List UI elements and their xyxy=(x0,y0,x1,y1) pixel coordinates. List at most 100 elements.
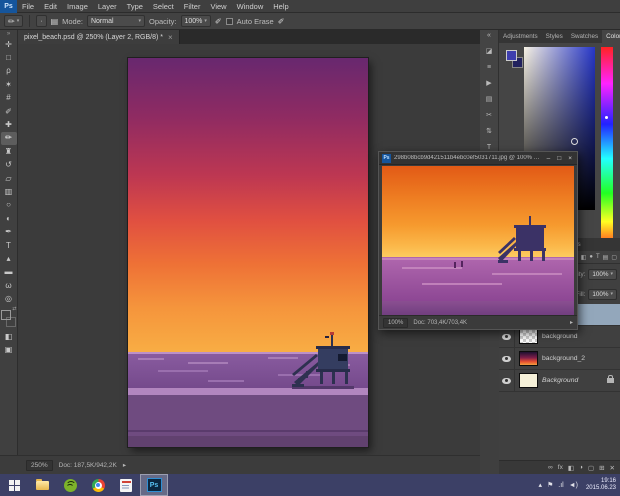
spotify-button[interactable] xyxy=(56,474,84,496)
menu-type[interactable]: Type xyxy=(122,0,148,13)
chrome-button[interactable] xyxy=(84,474,112,496)
filter-icon[interactable]: ● xyxy=(589,254,593,261)
filter-icon[interactable]: ▤ xyxy=(603,254,609,261)
floating-window-titlebar[interactable]: Ps 298b08bcb9d421511b4ebc0ef5031711.jpg … xyxy=(379,152,577,165)
tab-swatches[interactable]: Swatches xyxy=(567,30,602,43)
status-arrow-icon[interactable]: ▸ xyxy=(123,461,126,469)
photoshop-taskbar-button[interactable]: Ps xyxy=(140,474,168,496)
menu-help[interactable]: Help xyxy=(268,0,293,13)
toolbar-collapse-icon[interactable]: » xyxy=(7,31,10,38)
collapsed-panel-icon[interactable]: ✂ xyxy=(486,112,492,119)
start-button[interactable] xyxy=(0,474,28,496)
pen-tool[interactable]: ✒ xyxy=(1,225,17,238)
quick-mask-button[interactable]: ◧ xyxy=(1,330,17,343)
blur-tool[interactable]: ○ xyxy=(1,199,17,212)
panel-foreground-swatch[interactable] xyxy=(506,50,517,61)
volume-icon[interactable]: ◄) xyxy=(569,482,578,489)
menu-edit[interactable]: Edit xyxy=(39,0,62,13)
airbrush-icon[interactable]: ✐ xyxy=(278,17,285,26)
layer-row-background2[interactable]: background_2 xyxy=(499,347,620,370)
add-mask-icon[interactable]: ◧ xyxy=(568,464,574,472)
visibility-toggle[interactable] xyxy=(499,369,515,392)
layer-opacity-field[interactable]: 100% ▾ xyxy=(588,268,617,280)
canvas-artwork[interactable] xyxy=(128,58,368,447)
layer-row-background-locked[interactable]: Background xyxy=(499,369,620,392)
new-group-icon[interactable]: ▢ xyxy=(588,464,594,472)
tool-preset-picker[interactable]: ✏ ▾ xyxy=(4,15,24,27)
new-layer-icon[interactable]: ⊞ xyxy=(599,464,604,472)
floating-document-window[interactable]: Ps 298b08bcb9d421511b4ebc0ef5031711.jpg … xyxy=(378,151,578,330)
collapsed-panel-icon[interactable]: ≡ xyxy=(487,64,491,71)
action-center-icon[interactable]: ⚑ xyxy=(547,482,553,489)
eyedropper-tool[interactable]: ✐ xyxy=(1,105,17,118)
type-tool[interactable]: T xyxy=(1,239,17,252)
layer-thumbnail[interactable] xyxy=(519,351,538,366)
collapsed-panel-icon[interactable]: ▤ xyxy=(486,96,493,103)
filter-icon[interactable]: ◧ xyxy=(581,254,587,261)
taskbar-clock[interactable]: 19:16 2015.06.23 xyxy=(583,478,616,493)
layer-thumbnail[interactable] xyxy=(519,329,538,344)
layer-name[interactable]: background_2 xyxy=(542,355,585,362)
calendar-app-button[interactable] xyxy=(112,474,140,496)
path-selection-tool[interactable]: ▴ xyxy=(1,252,17,265)
menu-image[interactable]: Image xyxy=(62,0,93,13)
tab-color[interactable]: Color xyxy=(602,30,620,43)
zoom-level-field[interactable]: 250% xyxy=(26,459,53,471)
adjustment-layer-icon[interactable]: ◑ xyxy=(579,464,583,471)
filter-icon[interactable]: ▢ xyxy=(611,254,617,261)
marquee-tool[interactable]: □ xyxy=(1,51,17,64)
layer-name[interactable]: Background xyxy=(542,377,578,384)
layer-thumbnail[interactable] xyxy=(519,373,538,388)
network-icon[interactable]: .ıl xyxy=(558,482,563,489)
crop-tool[interactable]: # xyxy=(1,92,17,105)
hue-marker[interactable] xyxy=(605,116,608,120)
tab-styles[interactable]: Styles xyxy=(542,30,567,43)
visibility-toggle[interactable] xyxy=(499,347,515,370)
menu-view[interactable]: View xyxy=(205,0,231,13)
link-layers-icon[interactable]: ∞ xyxy=(548,464,553,471)
document-tab[interactable]: pixel_beach.psd @ 250% (Layer 2, RGB/8) … xyxy=(18,30,180,44)
swap-colors-icon[interactable]: ⇄ xyxy=(12,306,16,312)
screen-mode-button[interactable]: ▣ xyxy=(1,343,17,356)
gradient-tool[interactable]: ▥ xyxy=(1,185,17,198)
eraser-tool[interactable]: ▱ xyxy=(1,172,17,185)
clone-stamp-tool[interactable]: ♜ xyxy=(1,145,17,158)
shape-tool[interactable]: ▬ xyxy=(1,266,17,279)
filter-icon[interactable]: T xyxy=(596,254,600,261)
tab-adjustments[interactable]: Adjustments xyxy=(499,30,542,43)
healing-brush-tool[interactable]: ✚ xyxy=(1,118,17,131)
close-icon[interactable]: × xyxy=(566,155,574,162)
history-brush-tool[interactable]: ↺ xyxy=(1,159,17,172)
minimize-icon[interactable]: – xyxy=(545,155,553,162)
layer-fill-field[interactable]: 100% ▾ xyxy=(588,288,617,300)
mode-dropdown[interactable]: Normal ▾ xyxy=(86,15,145,27)
reference-photo[interactable] xyxy=(382,166,574,316)
quick-selection-tool[interactable]: ✶ xyxy=(1,78,17,91)
auto-erase-checkbox[interactable] xyxy=(225,17,233,25)
toggle-brush-panel-icon[interactable]: ▤ xyxy=(51,17,59,26)
layer-style-icon[interactable]: fx xyxy=(558,464,563,471)
collapsed-panel-icon[interactable]: ▶ xyxy=(486,80,491,87)
brush-preview[interactable]: · xyxy=(36,15,47,27)
menu-window[interactable]: Window xyxy=(232,0,269,13)
expand-panels-icon[interactable]: « xyxy=(487,32,491,39)
dodge-tool[interactable]: ◐ xyxy=(1,212,17,225)
lasso-tool[interactable]: ρ xyxy=(1,65,17,78)
layer-name[interactable]: background xyxy=(542,333,578,340)
collapsed-panel-icon[interactable]: T xyxy=(487,144,491,151)
collapsed-panel-icon[interactable]: ◪ xyxy=(486,48,493,55)
menu-layer[interactable]: Layer xyxy=(93,0,122,13)
opacity-dropdown[interactable]: 100% ▾ xyxy=(180,15,211,27)
collapsed-panel-icon[interactable]: ⇅ xyxy=(486,128,492,135)
show-hidden-icons[interactable]: ▴ xyxy=(538,482,542,489)
foreground-color-swatch[interactable] xyxy=(0,309,11,320)
close-tab-icon[interactable]: × xyxy=(168,33,173,42)
zoom-tool[interactable]: ◎ xyxy=(1,292,17,305)
floating-zoom-field[interactable]: 100% xyxy=(383,317,409,328)
status-arrow-icon[interactable]: ▸ xyxy=(570,319,573,326)
maximize-icon[interactable]: □ xyxy=(555,155,563,162)
hand-tool[interactable]: ω xyxy=(1,279,17,292)
file-explorer-button[interactable] xyxy=(28,474,56,496)
move-tool[interactable]: ✛ xyxy=(1,38,17,51)
pencil-tool[interactable]: ✏ xyxy=(0,131,17,146)
